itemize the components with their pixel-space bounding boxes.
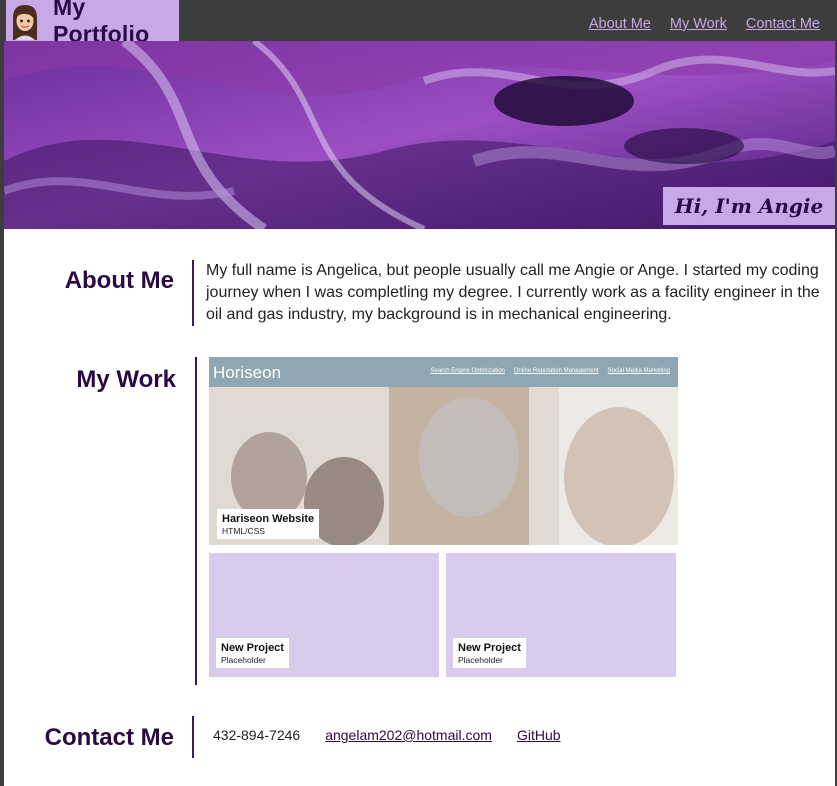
about-heading: About Me bbox=[64, 267, 174, 294]
featured-project-card[interactable]: Horiseon Search Engine Optimization Onli… bbox=[209, 357, 678, 545]
project-subtitle: Placeholder bbox=[458, 655, 503, 665]
avatar bbox=[9, 1, 41, 40]
project-card[interactable]: New Project Placeholder bbox=[446, 553, 676, 677]
nav-work-link[interactable]: My Work bbox=[670, 16, 727, 32]
github-link[interactable]: GitHub bbox=[517, 727, 561, 743]
phone-number: 432-894-7246 bbox=[213, 727, 301, 743]
site-header: My Portfolio About Me My Work Contact Me bbox=[4, 0, 835, 47]
nav-contact-link[interactable]: Contact Me bbox=[746, 16, 820, 32]
nav-about-link[interactable]: About Me bbox=[589, 16, 651, 32]
project-card[interactable]: New Project Placeholder bbox=[209, 553, 439, 677]
site-nav-item: Search Engine Optimization bbox=[430, 368, 505, 374]
hero-tagline: Hi, I'm Angie bbox=[663, 187, 835, 225]
project-subtitle: Placeholder bbox=[221, 655, 266, 665]
project-title: Hariseon Website bbox=[222, 513, 315, 525]
contact-info: 432-894-7246 angelam202@hotmail.com GitH… bbox=[213, 727, 561, 743]
work-heading: My Work bbox=[76, 366, 176, 393]
project-label: New Project Placeholder bbox=[453, 638, 526, 668]
project-subtitle: HTML/CSS bbox=[222, 526, 265, 536]
site-nav-item: Social Media Marketing bbox=[607, 368, 670, 374]
hero-banner: Hi, I'm Angie bbox=[4, 41, 835, 229]
project-label: Hariseon Website HTML/CSS bbox=[217, 509, 320, 539]
brand[interactable]: My Portfolio bbox=[6, 0, 179, 47]
contact-divider bbox=[192, 716, 194, 758]
project-label: New Project Placeholder bbox=[216, 638, 289, 668]
site-nav-item: Online Reputation Management bbox=[513, 368, 599, 374]
work-divider bbox=[195, 357, 197, 685]
site-brand: Horiseon bbox=[213, 363, 282, 382]
page: My Portfolio About Me My Work Contact Me bbox=[4, 0, 835, 786]
project-title: New Project bbox=[221, 642, 284, 654]
contact-heading: Contact Me bbox=[44, 724, 174, 751]
project-title: New Project bbox=[458, 642, 521, 654]
email-link[interactable]: angelam202@hotmail.com bbox=[325, 727, 492, 743]
main-nav: About Me My Work Contact Me bbox=[589, 16, 820, 32]
site-nav: Search Engine Optimization Online Reputa… bbox=[431, 368, 670, 374]
about-divider bbox=[192, 260, 194, 326]
about-text: My full name is Angelica, but people usu… bbox=[206, 262, 820, 323]
